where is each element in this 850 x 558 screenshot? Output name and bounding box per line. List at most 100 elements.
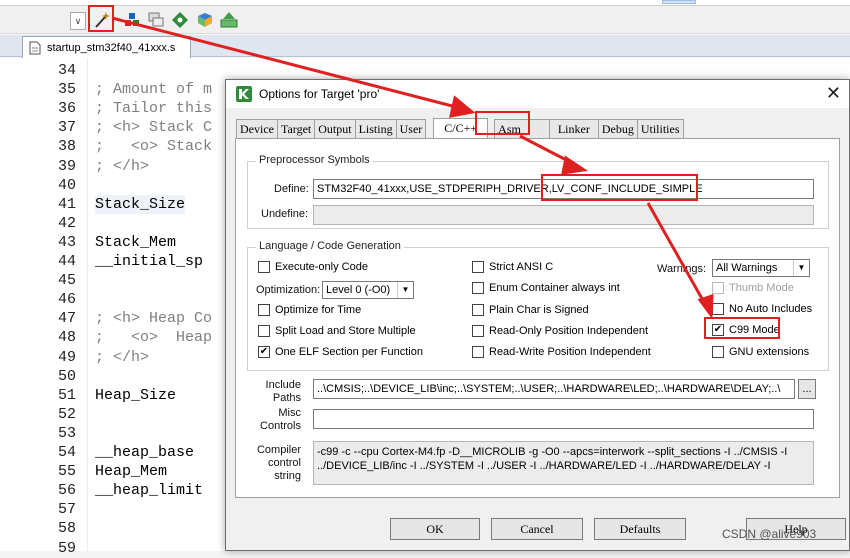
tab-utilities[interactable]: Utilities bbox=[636, 119, 684, 138]
undefine-input[interactable] bbox=[313, 205, 814, 225]
tab-output[interactable]: Output bbox=[314, 119, 356, 138]
line-number: 36 bbox=[57, 100, 76, 118]
optimize-for-time-checkbox[interactable]: Optimize for Time bbox=[258, 304, 361, 316]
tab-user[interactable]: User bbox=[395, 119, 427, 138]
tab-listing[interactable]: Listing bbox=[354, 119, 397, 138]
close-icon[interactable]: ✕ bbox=[826, 84, 841, 102]
line-code: ; </h> bbox=[95, 157, 150, 175]
line-code: __heap_base bbox=[95, 444, 195, 461]
select-packs-button[interactable] bbox=[195, 10, 215, 30]
c99-mode-checkbox[interactable]: ✔ C99 Mode bbox=[712, 324, 780, 336]
line-number: 50 bbox=[57, 367, 76, 385]
checkbox-box: ✔ bbox=[712, 324, 724, 336]
line-code: Heap_Size bbox=[95, 386, 177, 404]
dialog-title: Options for Target 'pro' bbox=[259, 87, 380, 101]
tab-debug[interactable]: Debug bbox=[597, 119, 638, 138]
gnu-extensions-checkbox[interactable]: GNU extensions bbox=[712, 346, 809, 358]
chevron-down-icon: ▼ bbox=[397, 282, 413, 298]
checkbox-box bbox=[258, 261, 270, 273]
file-extensions-button[interactable] bbox=[146, 10, 166, 30]
include-browse-button[interactable]: ... bbox=[798, 379, 816, 399]
line-code: __heap_limit bbox=[95, 482, 204, 500]
line-number: 52 bbox=[57, 405, 76, 423]
dialog-title-bar: Options for Target 'pro' ✕ bbox=[226, 80, 849, 108]
line-number: 54 bbox=[57, 444, 76, 461]
define-label: Define: bbox=[274, 183, 309, 195]
line-number: 57 bbox=[57, 501, 76, 519]
toolbar: ∨ bbox=[0, 0, 850, 34]
line-number: 35 bbox=[57, 81, 76, 99]
plain-char-checkbox[interactable]: Plain Char is Signed bbox=[472, 304, 589, 316]
include-label-1: Include bbox=[265, 379, 301, 391]
menu-selection bbox=[662, 0, 696, 4]
misc-label-2: Controls bbox=[260, 420, 301, 432]
run-time-environment-button[interactable] bbox=[219, 10, 239, 30]
checkbox-box bbox=[472, 261, 484, 273]
stack-icon bbox=[148, 12, 164, 27]
strict-ansi-checkbox[interactable]: Strict ANSI C bbox=[472, 261, 553, 273]
compiler-string-line-2: ../DEVICE_LIB/inc -I ../SYSTEM -I ../USE… bbox=[317, 460, 771, 472]
file-tab-label: startup_stm32f40_41xxx.s bbox=[47, 41, 176, 54]
defaults-button[interactable]: Defaults bbox=[594, 518, 686, 540]
line-number: 41 bbox=[57, 195, 76, 213]
undefine-label: Undefine: bbox=[261, 208, 309, 220]
pack-installer-button[interactable] bbox=[170, 10, 190, 30]
line-code: ; <o> Heap bbox=[95, 329, 213, 347]
checkbox-box bbox=[472, 282, 484, 294]
line-number: 46 bbox=[57, 291, 76, 309]
misc-controls-input[interactable] bbox=[313, 409, 814, 429]
include-paths-input[interactable]: ..\CMSIS;..\DEVICE_LIB\inc;..\SYSTEM;..\… bbox=[313, 379, 795, 399]
one-elf-section-checkbox[interactable]: ✔ One ELF Section per Function bbox=[258, 346, 423, 358]
execute-only-checkbox[interactable]: Execute-only Code bbox=[258, 261, 368, 273]
no-auto-includes-checkbox[interactable]: No Auto Includes bbox=[712, 303, 812, 315]
tab-linker[interactable]: Linker bbox=[548, 119, 599, 138]
checkbox-box bbox=[712, 303, 724, 315]
thumb-mode-checkbox[interactable]: Thumb Mode bbox=[712, 282, 794, 294]
line-code: ; <h> Stack C bbox=[95, 119, 213, 137]
checkbox-box: ✔ bbox=[258, 346, 270, 358]
file-icon bbox=[29, 41, 41, 54]
file-tab-startup[interactable]: startup_stm32f40_41xxx.s bbox=[22, 36, 191, 58]
dialog-tabs: Device Target Output Listing User C/C++ … bbox=[236, 118, 684, 139]
checkbox-box bbox=[258, 325, 270, 337]
line-code: Stack_Size bbox=[95, 194, 186, 214]
toolbar-dropdown[interactable]: ∨ bbox=[70, 12, 86, 30]
line-number: 37 bbox=[57, 119, 76, 137]
line-code: ; </h> bbox=[95, 348, 150, 366]
tab-device[interactable]: Device bbox=[236, 119, 278, 138]
rte-icon bbox=[220, 12, 238, 28]
c-cpp-panel: Preprocessor Symbols Define: STM32F40_41… bbox=[235, 138, 840, 498]
line-number: 53 bbox=[57, 424, 76, 442]
line-number: 58 bbox=[57, 520, 76, 538]
preprocessor-group-title: Preprocessor Symbols bbox=[256, 154, 373, 166]
tab-target[interactable]: Target bbox=[276, 119, 316, 138]
line-code: ; Amount of m bbox=[95, 81, 213, 99]
compiler-label-2: control bbox=[267, 457, 301, 469]
options-for-target-button[interactable] bbox=[92, 10, 112, 30]
compiler-control-string: -c99 -c --cpu Cortex-M4.fp -D__MICROLIB … bbox=[313, 441, 814, 485]
language-group-title: Language / Code Generation bbox=[256, 240, 404, 252]
manage-components-button[interactable] bbox=[122, 10, 142, 30]
components-icon bbox=[125, 13, 139, 26]
line-code: Heap_Mem bbox=[95, 463, 168, 481]
define-input[interactable]: STM32F40_41xxx,USE_STDPERIPH_DRIVER,LV_C… bbox=[313, 179, 814, 199]
optimization-select[interactable]: Level 0 (-O0) ▼ bbox=[322, 281, 414, 299]
ro-position-independent-checkbox[interactable]: Read-Only Position Independent bbox=[472, 325, 648, 337]
warnings-select[interactable]: All Warnings ▼ bbox=[712, 259, 810, 277]
pack-icon bbox=[198, 13, 212, 27]
checkbox-box bbox=[712, 346, 724, 358]
optimization-label: Optimization: bbox=[256, 284, 321, 296]
line-code: ; Tailor this bbox=[95, 100, 213, 118]
menu-strip bbox=[0, 0, 850, 6]
ok-button[interactable]: OK bbox=[390, 518, 480, 540]
split-load-store-checkbox[interactable]: Split Load and Store Multiple bbox=[258, 325, 416, 337]
tab-asm[interactable]: Asm bbox=[494, 119, 550, 138]
cancel-button[interactable]: Cancel bbox=[491, 518, 583, 540]
checkbox-box bbox=[712, 282, 724, 294]
tab-c-cpp[interactable]: C/C++ bbox=[433, 118, 489, 139]
line-number: 56 bbox=[57, 482, 76, 500]
enum-container-checkbox[interactable]: Enum Container always int bbox=[472, 282, 620, 294]
line-number: 39 bbox=[57, 157, 76, 175]
rw-position-independent-checkbox[interactable]: Read-Write Position Independent bbox=[472, 346, 651, 358]
line-number: 47 bbox=[57, 310, 76, 328]
